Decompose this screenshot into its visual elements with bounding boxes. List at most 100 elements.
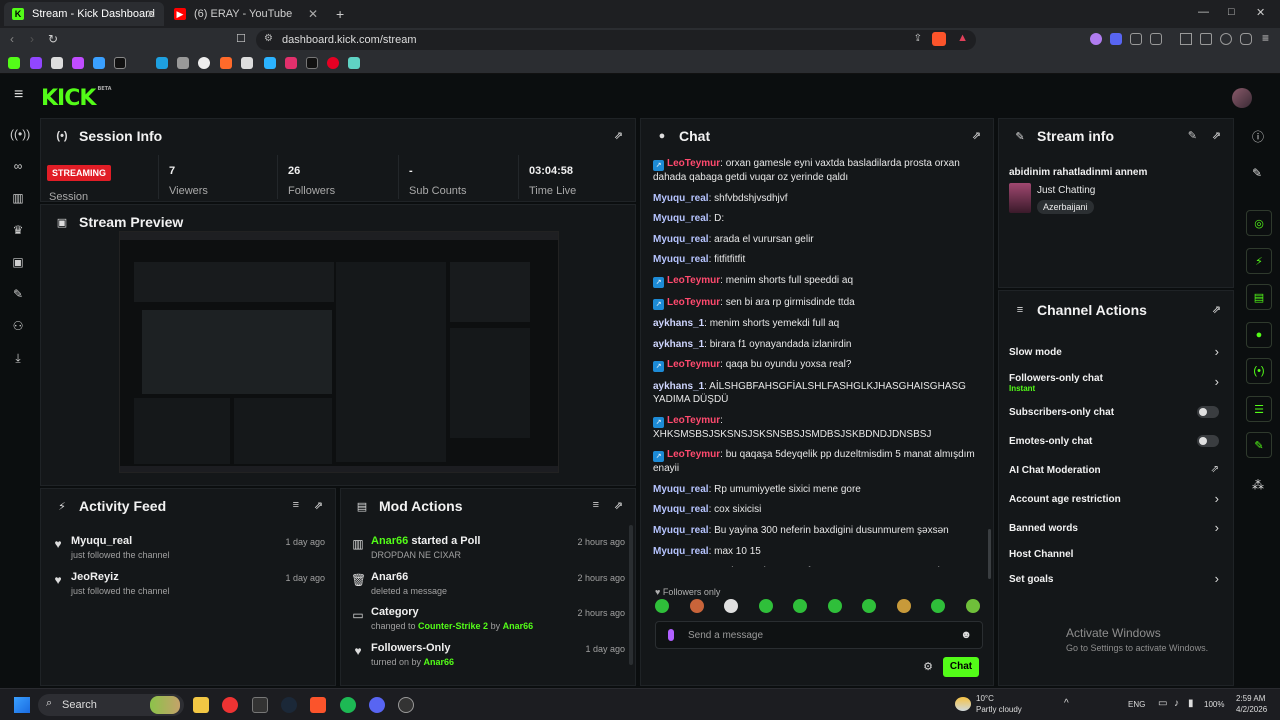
emote-icon[interactable] bbox=[689, 599, 704, 613]
chat-username[interactable]: LeoTeymur bbox=[667, 359, 720, 370]
filter-icon[interactable]: ≡ bbox=[593, 499, 599, 511]
emote-icon[interactable] bbox=[965, 599, 980, 613]
edit-icon[interactable]: ✎ bbox=[1252, 166, 1262, 180]
chat-icon[interactable]: ● bbox=[1246, 322, 1272, 348]
bookmark-pinterest-icon[interactable] bbox=[327, 57, 339, 69]
broadcast-icon[interactable]: (•) bbox=[1246, 358, 1272, 384]
battery-icon[interactable]: ▮ bbox=[1188, 698, 1194, 709]
bookmark-instagram-icon[interactable] bbox=[285, 57, 297, 69]
discord-icon[interactable] bbox=[369, 697, 385, 713]
popout-icon[interactable]: ⇗ bbox=[614, 129, 623, 142]
clipboard-icon[interactable]: ▤ bbox=[1246, 284, 1272, 310]
category-name[interactable]: Just Chatting bbox=[1037, 185, 1095, 196]
channel-action-set-goals[interactable]: Set goals › bbox=[1009, 568, 1219, 592]
language-indicator[interactable]: ENG bbox=[1128, 700, 1145, 709]
minimize-button[interactable]: — bbox=[1198, 6, 1209, 18]
bookmark-icon[interactable] bbox=[72, 57, 84, 69]
clock-time[interactable]: 2:59 AM bbox=[1236, 694, 1265, 703]
emote-icon[interactable] bbox=[724, 599, 738, 613]
chat-username[interactable]: LeoTeymur bbox=[667, 275, 720, 286]
chat-username[interactable]: Myuqu_real bbox=[653, 234, 709, 245]
new-tab-button[interactable]: + bbox=[336, 6, 344, 22]
chevron-right-icon[interactable]: › bbox=[1215, 571, 1219, 586]
channel-action-followers-only-chat[interactable]: Followers-only chat Instant › bbox=[1009, 371, 1219, 395]
menu-icon[interactable]: ≡ bbox=[1262, 31, 1269, 45]
channel-action-emotes-only-chat[interactable]: Emotes-only chat bbox=[1009, 430, 1219, 454]
stream-nav-icon[interactable]: ((•)) bbox=[10, 126, 30, 142]
emote-icon[interactable] bbox=[862, 599, 876, 613]
shield-icon[interactable] bbox=[1240, 33, 1252, 45]
brave-rewards-icon[interactable]: ▲ bbox=[957, 32, 968, 44]
tab-youtube[interactable]: ▶ (6) ERAY - YouTube ✕ bbox=[166, 2, 326, 26]
emoji-icon[interactable]: ☻ bbox=[960, 629, 972, 641]
chat-username[interactable]: Myuqu_real bbox=[653, 546, 709, 557]
users-nav-icon[interactable]: ⚇ bbox=[10, 318, 26, 334]
microphone-icon[interactable] bbox=[668, 629, 674, 641]
site-info-icon[interactable]: ⚙ bbox=[264, 33, 273, 44]
follower-name[interactable]: Myuqu_real bbox=[71, 535, 132, 547]
chat-username[interactable]: aykhans_1 bbox=[653, 381, 704, 392]
channel-action-account-age-restriction[interactable]: Account age restriction › bbox=[1009, 488, 1219, 512]
popout-icon[interactable]: ⇗ bbox=[1212, 303, 1221, 316]
maximize-button[interactable]: □ bbox=[1228, 6, 1235, 18]
tab-kick-dashboard[interactable]: K Stream - Kick Dashboard ✕ bbox=[4, 2, 164, 26]
chat-username[interactable]: Myuqu_real bbox=[653, 484, 709, 495]
chat-username[interactable]: Myuqu_real bbox=[653, 504, 709, 515]
bookmark-twitch-icon[interactable] bbox=[30, 57, 42, 69]
extension-icon[interactable] bbox=[1110, 33, 1122, 45]
send-chat-button[interactable]: Chat bbox=[943, 657, 979, 677]
bookmark-x-icon[interactable] bbox=[114, 57, 126, 69]
chat-username[interactable]: LeoTeymur bbox=[667, 449, 720, 460]
apps-icon[interactable]: ⁂ bbox=[1252, 478, 1264, 492]
obs-icon[interactable] bbox=[398, 697, 414, 713]
vpn-icon[interactable] bbox=[1220, 33, 1232, 45]
stack-icon[interactable]: ☰ bbox=[1246, 396, 1272, 422]
analytics-nav-icon[interactable]: ▥ bbox=[10, 190, 26, 206]
emote-icon[interactable] bbox=[827, 599, 842, 613]
scrollbar[interactable] bbox=[988, 529, 991, 579]
chat-username[interactable]: Myuqu_real bbox=[653, 213, 709, 224]
chat-log[interactable]: ↗ LeoTeymur: orxan gamesle eyni vaxtda ba… bbox=[653, 157, 983, 567]
stream-preview-video[interactable] bbox=[119, 231, 559, 473]
reload-icon[interactable]: ↻ bbox=[48, 32, 58, 46]
extension-icon[interactable] bbox=[1090, 33, 1102, 45]
hamburger-menu-icon[interactable]: ≡ bbox=[14, 86, 23, 104]
url-input[interactable]: ⚙ dashboard.kick.com/stream ⇪ ▲ bbox=[256, 30, 976, 50]
chevron-right-icon[interactable]: › bbox=[1215, 520, 1219, 535]
network-icon[interactable]: ▭ bbox=[1158, 698, 1167, 709]
chat-username[interactable]: LeoTeymur bbox=[667, 415, 720, 426]
taskbar-search[interactable]: ⌕ Search bbox=[38, 694, 184, 716]
bookmark-icon[interactable] bbox=[51, 57, 63, 69]
emote-icon[interactable] bbox=[896, 599, 911, 613]
chat-username[interactable]: aykhans_1 bbox=[653, 339, 704, 350]
close-window-button[interactable]: ✕ bbox=[1256, 6, 1265, 19]
chat-username[interactable]: LeoTeymur bbox=[667, 297, 720, 308]
chat-message-input[interactable]: Send a message ☻ bbox=[655, 621, 983, 649]
windows-start-icon[interactable] bbox=[14, 697, 30, 713]
chat-username[interactable]: aykhans_1 bbox=[653, 318, 704, 329]
bookmark-kick-icon[interactable] bbox=[8, 57, 20, 69]
link-nav-icon[interactable]: ∞ bbox=[10, 158, 26, 174]
toggle-switch[interactable] bbox=[1197, 435, 1219, 447]
mod-user[interactable]: Anar66 bbox=[424, 657, 455, 667]
chevron-right-icon[interactable]: › bbox=[1215, 374, 1219, 389]
avatar[interactable] bbox=[1232, 88, 1252, 108]
sidebar-toggle-icon[interactable] bbox=[1180, 33, 1192, 45]
emote-icon[interactable] bbox=[931, 599, 945, 613]
tray-chevron-icon[interactable]: ^ bbox=[1064, 698, 1069, 709]
brave-shield-icon[interactable] bbox=[932, 32, 946, 46]
steam-icon[interactable] bbox=[281, 697, 297, 713]
brave-icon[interactable] bbox=[310, 697, 326, 713]
close-tab-icon[interactable]: ✕ bbox=[146, 7, 156, 21]
trophy-nav-icon[interactable]: ♛ bbox=[10, 222, 26, 238]
mod-user[interactable]: Anar66 bbox=[371, 571, 408, 583]
emote-icon[interactable] bbox=[758, 599, 773, 613]
popout-icon[interactable]: ⇗ bbox=[1212, 129, 1221, 142]
channel-action-host-channel[interactable]: Host Channel bbox=[1009, 543, 1219, 567]
bookmark-icon[interactable] bbox=[93, 57, 105, 69]
epic-games-icon[interactable] bbox=[252, 697, 268, 713]
bookmark-icon[interactable]: ☐ bbox=[236, 32, 246, 45]
bolt-icon[interactable]: ⚡ bbox=[1246, 248, 1272, 274]
volume-icon[interactable]: ♪ bbox=[1174, 698, 1179, 709]
channel-action-slow-mode[interactable]: Slow mode › bbox=[1009, 341, 1219, 365]
